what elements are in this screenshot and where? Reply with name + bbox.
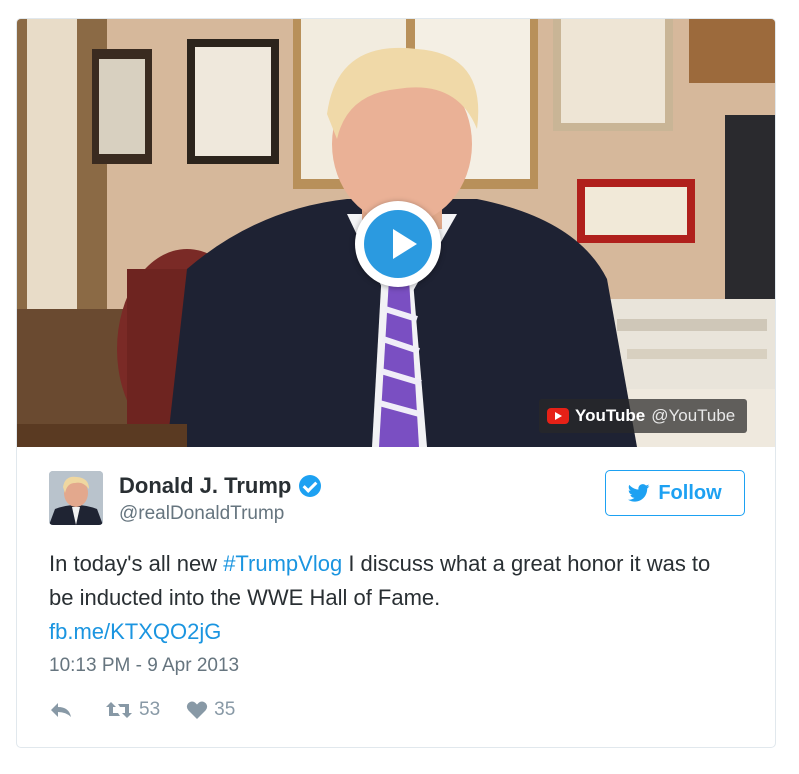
author-name-row: Donald J. Trump bbox=[119, 473, 322, 499]
video-thumbnail[interactable]: YouTube @YouTube bbox=[17, 19, 775, 447]
retweet-icon bbox=[106, 702, 132, 718]
twitter-bird-icon bbox=[628, 484, 650, 502]
author-info: Donald J. Trump @realDonaldTrump bbox=[119, 473, 322, 525]
like-count: 35 bbox=[214, 699, 236, 720]
play-button[interactable] bbox=[355, 201, 441, 287]
tweet-text-before: In today's all new bbox=[49, 551, 224, 576]
heart-icon bbox=[187, 701, 208, 719]
play-icon bbox=[364, 210, 432, 278]
tweet-text: In today's all new #TrumpVlog I discuss … bbox=[49, 547, 739, 649]
retweet-count: 53 bbox=[139, 699, 161, 720]
reply-button[interactable] bbox=[49, 700, 73, 720]
youtube-logo-icon bbox=[547, 408, 569, 424]
youtube-source-badge[interactable]: YouTube @YouTube bbox=[539, 399, 748, 433]
tweet-card: YouTube @YouTube Donald J. Trump @realDo… bbox=[16, 18, 776, 748]
author-name[interactable]: Donald J. Trump bbox=[119, 473, 291, 499]
like-button[interactable]: 35 bbox=[186, 699, 235, 721]
retweet-button[interactable]: 53 bbox=[105, 699, 160, 721]
youtube-channel-label: YouTube bbox=[575, 406, 646, 425]
author-handle[interactable]: @realDonaldTrump bbox=[119, 503, 321, 525]
tweet-timestamp[interactable]: 10:13 PM - 9 Apr 2013 bbox=[49, 655, 239, 677]
avatar[interactable] bbox=[49, 471, 103, 525]
reply-icon bbox=[51, 703, 71, 717]
tweet-link[interactable]: fb.me/KTXQO2jG bbox=[49, 619, 221, 644]
youtube-handle-label: @YouTube bbox=[651, 406, 736, 425]
follow-button[interactable]: Follow bbox=[605, 470, 745, 516]
verified-badge-icon bbox=[299, 475, 322, 497]
avatar-image bbox=[49, 471, 103, 525]
tweet-actions: 53 35 bbox=[49, 699, 235, 721]
follow-label: Follow bbox=[658, 481, 722, 504]
hashtag-link[interactable]: #TrumpVlog bbox=[223, 551, 342, 576]
